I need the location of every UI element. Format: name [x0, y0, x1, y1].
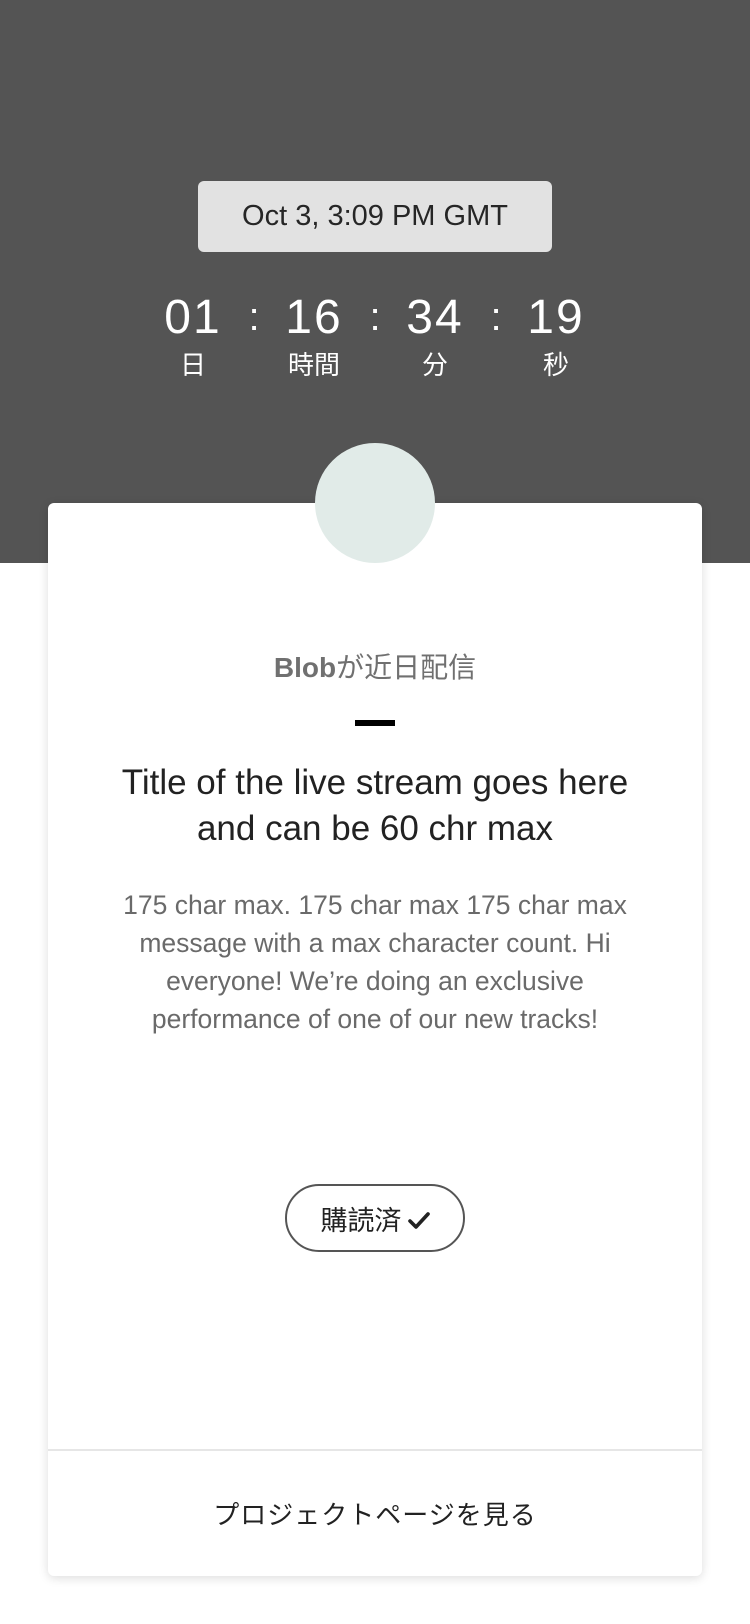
view-project-page-link[interactable]: プロジェクトページを見る [48, 1451, 702, 1576]
stream-title: Title of the live stream goes here and c… [121, 763, 629, 848]
stream-description: 175 char max. 175 char max 175 char max … [123, 890, 627, 1034]
countdown-seconds: 19 秒 [496, 288, 616, 380]
artist-name: Blob [273, 652, 337, 683]
countdown-minutes-label: 分 [421, 350, 448, 380]
countdown-seconds-value: 19 [527, 291, 585, 344]
coming-soon-text: が近日配信 [336, 652, 477, 683]
countdown-days-value: 01 [164, 291, 222, 344]
countdown-minutes-value: 34 [406, 291, 464, 344]
title-divider [355, 720, 395, 726]
event-date-text: Oct 3, 3:09 PM GMT [242, 200, 508, 232]
countdown-minutes: 34 分 [375, 288, 495, 380]
countdown-timer: 01 日 : 16 時間 : 34 分 : 19 秒 [0, 288, 750, 388]
subscribed-button-label: 購読済 [320, 1205, 402, 1236]
countdown-days-label: 日 [179, 350, 206, 380]
checkmark-icon [407, 1207, 430, 1229]
countdown-seconds-label: 秒 [542, 350, 569, 380]
countdown-hours-value: 16 [285, 291, 343, 344]
countdown-hours: 16 時間 [254, 288, 374, 380]
artist-avatar [315, 443, 435, 563]
coming-soon-label: Blobが近日配信 [48, 646, 702, 686]
countdown-hours-label: 時間 [287, 350, 340, 380]
countdown-days: 01 日 [133, 288, 253, 380]
event-date-badge: Oct 3, 3:09 PM GMT [198, 181, 552, 252]
subscribed-button[interactable]: 購読済 [285, 1184, 465, 1252]
